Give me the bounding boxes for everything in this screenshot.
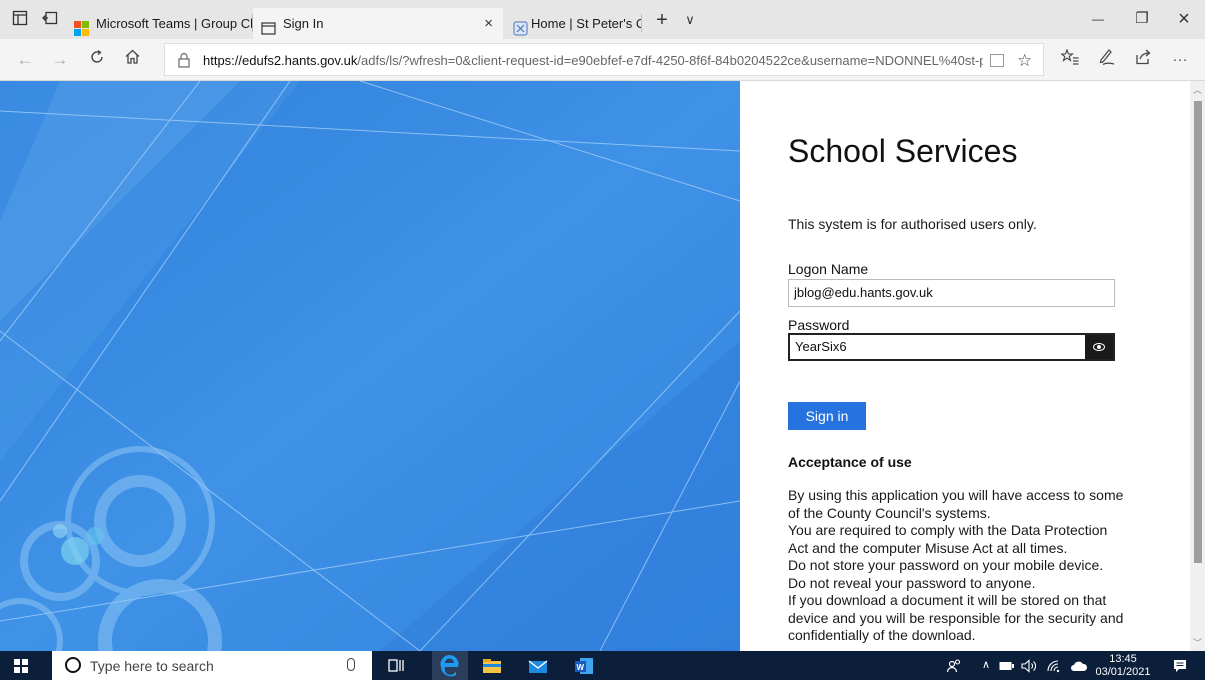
edge-browser-icon[interactable] [432, 651, 468, 680]
tab-sign-in[interactable]: Sign In × [253, 8, 503, 39]
tab-title: Sign In [283, 16, 324, 31]
scroll-up-icon[interactable]: ︿ [1190, 83, 1205, 96]
action-center-icon[interactable] [1166, 651, 1194, 680]
tab-st-peters[interactable]: Home | St Peter's Catholic P [505, 8, 641, 39]
svg-text:W: W [577, 663, 585, 672]
show-hidden-icons-chevron[interactable]: ∧ [978, 651, 994, 680]
onedrive-cloud-icon[interactable] [1068, 651, 1090, 680]
tab-list-chevron-icon[interactable]: ∨ [680, 10, 700, 30]
people-icon[interactable] [944, 651, 964, 680]
microphone-icon[interactable] [347, 658, 355, 671]
taskbar-search-box[interactable]: Type here to search [52, 651, 372, 680]
pen-notes-icon[interactable] [1094, 48, 1118, 72]
acceptance-line: Act and the computer Misuse Act at all t… [788, 539, 1068, 556]
password-label: Password [788, 317, 850, 333]
lock-icon [177, 52, 191, 68]
logon-name-label: Logon Name [788, 261, 869, 277]
scrollbar-thumb[interactable] [1194, 101, 1202, 563]
more-icon[interactable]: ··· [1168, 48, 1192, 72]
search-placeholder: Type here to search [90, 658, 214, 674]
windows-start-icon[interactable] [14, 659, 28, 673]
acceptance-text: By using this application you will have … [788, 487, 1124, 645]
close-window-button[interactable]: × [1162, 0, 1205, 36]
address-bar[interactable]: https://edufs2.hants.gov.uk/adfs/ls/?wfr… [164, 43, 1044, 76]
restore-button[interactable]: ❐ [1120, 0, 1164, 36]
sign-in-button[interactable]: Sign in [788, 402, 866, 430]
file-explorer-icon[interactable] [480, 654, 504, 678]
scroll-down-icon[interactable]: ﹀ [1190, 636, 1205, 649]
clock-date: 03/01/2021 [1095, 666, 1151, 678]
task-view-icon[interactable] [384, 654, 408, 678]
acceptance-line: By using this application you will have … [788, 487, 1124, 503]
word-icon[interactable]: W [572, 654, 596, 678]
battery-icon[interactable] [998, 651, 1016, 680]
acceptance-line: Do not reveal your password to anyone. [788, 574, 1036, 591]
url-text[interactable]: https://edufs2.hants.gov.uk/adfs/ls/?wfr… [203, 44, 983, 77]
url-domain: https://edufs2.hants.gov.uk [203, 53, 358, 68]
school-crest-icon [513, 16, 528, 36]
wifi-icon[interactable] [1043, 651, 1065, 680]
mail-icon[interactable] [526, 654, 550, 678]
share-icon[interactable] [1131, 48, 1155, 72]
clock-time: 13:45 [1109, 653, 1137, 665]
favorite-star-icon[interactable]: ☆ [1017, 44, 1032, 77]
authorised-notice: This system is for authorised users only… [788, 216, 1037, 232]
acceptance-line: device and you will be responsible for t… [788, 609, 1124, 626]
acceptance-line: of the County Council's systems. [788, 504, 991, 521]
minimize-button[interactable]: — [1076, 0, 1120, 36]
tab-actions-icon[interactable] [10, 10, 30, 30]
hero-illustration [0, 81, 740, 651]
logon-name-input[interactable]: jblog@edu.hants.gov.uk [788, 279, 1115, 307]
acceptance-heading: Acceptance of use [788, 454, 912, 470]
taskbar: Type here to search W ∧ 13:45 03/01/2021 [0, 651, 1205, 680]
tab-microsoft-teams[interactable]: Microsoft Teams | Group Ch [66, 8, 252, 39]
password-input[interactable]: YearSix6 [788, 333, 1115, 361]
tab-divider [641, 14, 642, 32]
page-icon [261, 16, 276, 35]
home-icon[interactable] [120, 48, 144, 72]
page-title: School Services [788, 133, 1018, 169]
tab-title: Home | St Peter's Catholic P [531, 16, 641, 31]
navigation-bar: ← → https://edufs2.hants.gov.uk/adfs/ls/… [0, 39, 1205, 81]
volume-icon[interactable] [1019, 651, 1039, 680]
favorites-list-icon[interactable] [1058, 48, 1082, 72]
acceptance-line: You are required to comply with the Data… [788, 522, 1108, 538]
microsoft-logo-icon [74, 16, 89, 36]
set-tabs-aside-icon[interactable] [40, 10, 60, 30]
reveal-password-eye-icon[interactable] [1085, 335, 1113, 359]
refresh-icon[interactable] [85, 48, 109, 72]
password-value: YearSix6 [795, 339, 847, 354]
url-path: /adfs/ls/?wfresh=0&client-request-id=e90… [357, 53, 983, 68]
close-tab-icon[interactable]: × [484, 8, 493, 39]
acceptance-line: If you download a document it will be st… [788, 592, 1107, 608]
system-clock[interactable]: 13:45 03/01/2021 [1093, 653, 1153, 679]
new-tab-button[interactable]: + [652, 10, 672, 30]
acceptance-line: Do not store your password on your mobil… [788, 557, 1104, 573]
sign-in-panel: School Services This system is for autho… [740, 81, 1190, 651]
web-content: School Services This system is for autho… [0, 81, 1205, 651]
forward-icon[interactable]: → [48, 48, 72, 72]
cortana-circle-icon [65, 657, 81, 673]
acceptance-line: confidentially of the download. [788, 627, 976, 643]
tab-strip: Microsoft Teams | Group Ch Sign In × Hom… [0, 0, 1205, 39]
tab-title: Microsoft Teams | Group Ch [96, 16, 252, 31]
vertical-scrollbar[interactable]: ︿ ﹀ [1190, 81, 1205, 651]
reading-view-icon[interactable] [990, 54, 1004, 67]
back-icon[interactable]: ← [13, 48, 37, 72]
